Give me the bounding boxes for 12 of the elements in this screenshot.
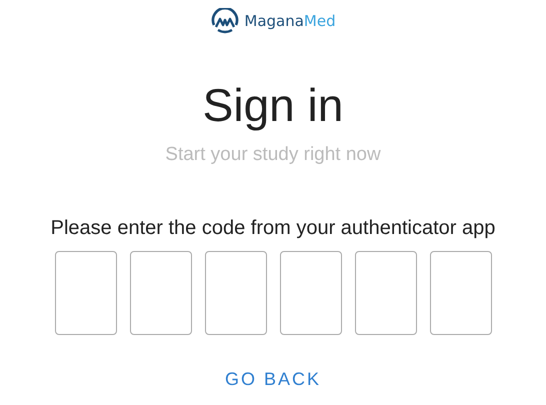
brand-name: MaganaMed	[244, 12, 336, 30]
code-digit-field[interactable]	[130, 251, 192, 335]
code-digit-field[interactable]	[204, 251, 266, 335]
go-back-button[interactable]: GO BACK	[216, 365, 330, 394]
subtitle: Start your study right now	[165, 143, 381, 167]
code-prompt: Please enter the code from your authenticator app	[50, 216, 496, 241]
page-title: Sign in	[202, 79, 344, 131]
code-digit-field[interactable]	[430, 251, 492, 335]
code-digit-field[interactable]	[280, 251, 342, 335]
logo-icon	[210, 8, 240, 34]
code-digit-field[interactable]	[354, 251, 416, 335]
code-digit-field[interactable]	[54, 251, 116, 335]
